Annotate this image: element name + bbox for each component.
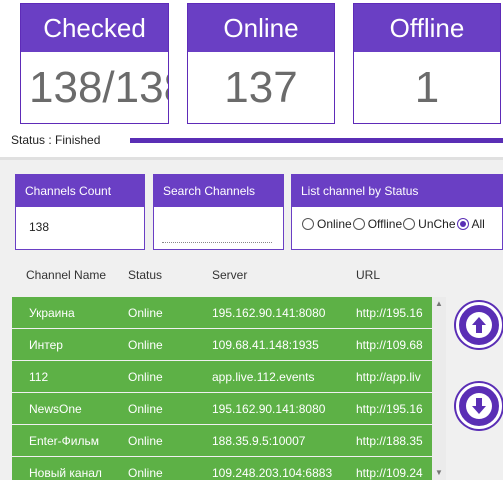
checked-card: Checked 138/138 — [20, 3, 169, 124]
table-scrollbar[interactable]: ▲ ▼ — [432, 297, 446, 480]
radio-label: UnChe — [418, 217, 456, 231]
status-cell: Online — [128, 338, 163, 352]
status-cell: Online — [128, 306, 163, 320]
search-input[interactable] — [162, 217, 272, 243]
status-cell: Online — [128, 466, 163, 480]
radio-circle-icon[interactable] — [456, 218, 469, 230]
offline-label: Offline — [354, 4, 500, 52]
column-header-server[interactable]: Server — [212, 268, 247, 282]
column-header-name[interactable]: Channel Name — [26, 268, 106, 282]
status-radio-unche[interactable]: UnChe — [403, 217, 456, 231]
url-cell: http://195.16 — [356, 402, 423, 416]
channel-name-cell: 112 — [29, 370, 49, 384]
table-header: Channel Name Status Server URL — [12, 258, 446, 292]
column-header-url[interactable]: URL — [356, 268, 380, 282]
channel-name-cell: Интер — [29, 338, 63, 352]
status-cell: Online — [128, 402, 163, 416]
table-row[interactable]: NewsOne Online 195.162.90.141:8080 http://1… — [12, 393, 432, 424]
table-row[interactable]: Новый канал Online 109.248.203.104:6883 htt… — [12, 457, 432, 480]
server-cell: app.live.112.events — [212, 370, 315, 384]
table-row[interactable]: Интер Online 109.68.41.148:1935 http://109.… — [12, 329, 432, 360]
channels-count-label: Channels Count — [16, 175, 144, 207]
table-row[interactable]: Украина Online 195.162.90.141:8080 http://1… — [12, 297, 432, 328]
offline-card: Offline 1 — [353, 3, 501, 124]
status-cell: Online — [128, 434, 163, 448]
channels-count-box: Channels Count 138 — [15, 174, 145, 250]
channel-name-cell: Новый канал — [29, 466, 102, 480]
scroll-down-arrow-icon[interactable]: ▼ — [432, 467, 446, 479]
channels-table: Украина Online 195.162.90.141:8080 http://1… — [12, 297, 432, 480]
progress-fill — [130, 138, 503, 143]
server-cell: 188.35.9.5:10007 — [212, 434, 306, 448]
server-cell: 109.248.203.104:6883 — [212, 466, 333, 480]
scroll-up-button[interactable] — [456, 302, 502, 348]
offline-value: 1 — [414, 63, 440, 112]
url-cell: http://109.68 — [356, 338, 423, 352]
radio-label: Offline — [367, 217, 403, 231]
url-cell: http://195.16 — [356, 306, 423, 320]
online-card: Online 137 — [187, 3, 335, 124]
server-cell: 109.68.41.148:1935 — [212, 338, 319, 352]
server-cell: 195.162.90.141:8080 — [212, 402, 326, 416]
scroll-up-arrow-icon[interactable]: ▲ — [432, 298, 446, 310]
server-cell: 195.162.90.141:8080 — [212, 306, 326, 320]
status-radio-all[interactable]: All — [456, 217, 485, 231]
channel-name-cell: NewsOne — [29, 402, 82, 416]
summary-panel: Checked 138/138 Online 137 Offline 1 Sta… — [0, 0, 503, 157]
radio-label: All — [471, 217, 485, 231]
arrow-up-circle-icon — [466, 312, 492, 338]
table-row[interactable]: Enter-Фильм Online 188.35.9.5:10007 http://… — [12, 425, 432, 456]
radio-label: Online — [317, 217, 352, 231]
status-filter-box: List channel by Status Online Offline UnCh… — [291, 174, 503, 250]
search-box: Search Channels — [153, 174, 284, 250]
progress-bar — [130, 138, 503, 143]
radio-circle-icon[interactable] — [403, 218, 416, 230]
channel-name-cell: Украина — [29, 306, 75, 320]
checked-value: 138/138 — [29, 63, 168, 112]
radio-circle-icon[interactable] — [352, 218, 365, 230]
url-cell: http://188.35 — [356, 434, 423, 448]
column-header-status[interactable]: Status — [128, 268, 162, 282]
radio-circle-icon[interactable] — [302, 218, 314, 230]
status-radio-online[interactable]: Online — [302, 217, 352, 231]
arrow-down-circle-icon — [466, 393, 492, 419]
url-cell: http://app.liv — [356, 370, 421, 384]
online-value: 137 — [224, 63, 298, 112]
status-cell: Online — [128, 370, 163, 384]
table-row[interactable]: 112 Online app.live.112.events http://app.l… — [12, 361, 432, 392]
status-radio-group: Online Offline UnChe All — [302, 217, 486, 231]
divider — [0, 157, 503, 160]
status-filter-label: List channel by Status — [292, 175, 502, 207]
channels-count-value: 138 — [29, 220, 50, 234]
status-text: Status : Finished — [11, 133, 101, 147]
channel-name-cell: Enter-Фильм — [29, 434, 100, 448]
status-radio-offline[interactable]: Offline — [352, 217, 403, 231]
online-label: Online — [188, 4, 334, 52]
url-cell: http://109.24 — [356, 466, 423, 480]
search-label: Search Channels — [154, 175, 283, 207]
scroll-down-button[interactable] — [456, 383, 502, 429]
checked-label: Checked — [21, 4, 168, 52]
